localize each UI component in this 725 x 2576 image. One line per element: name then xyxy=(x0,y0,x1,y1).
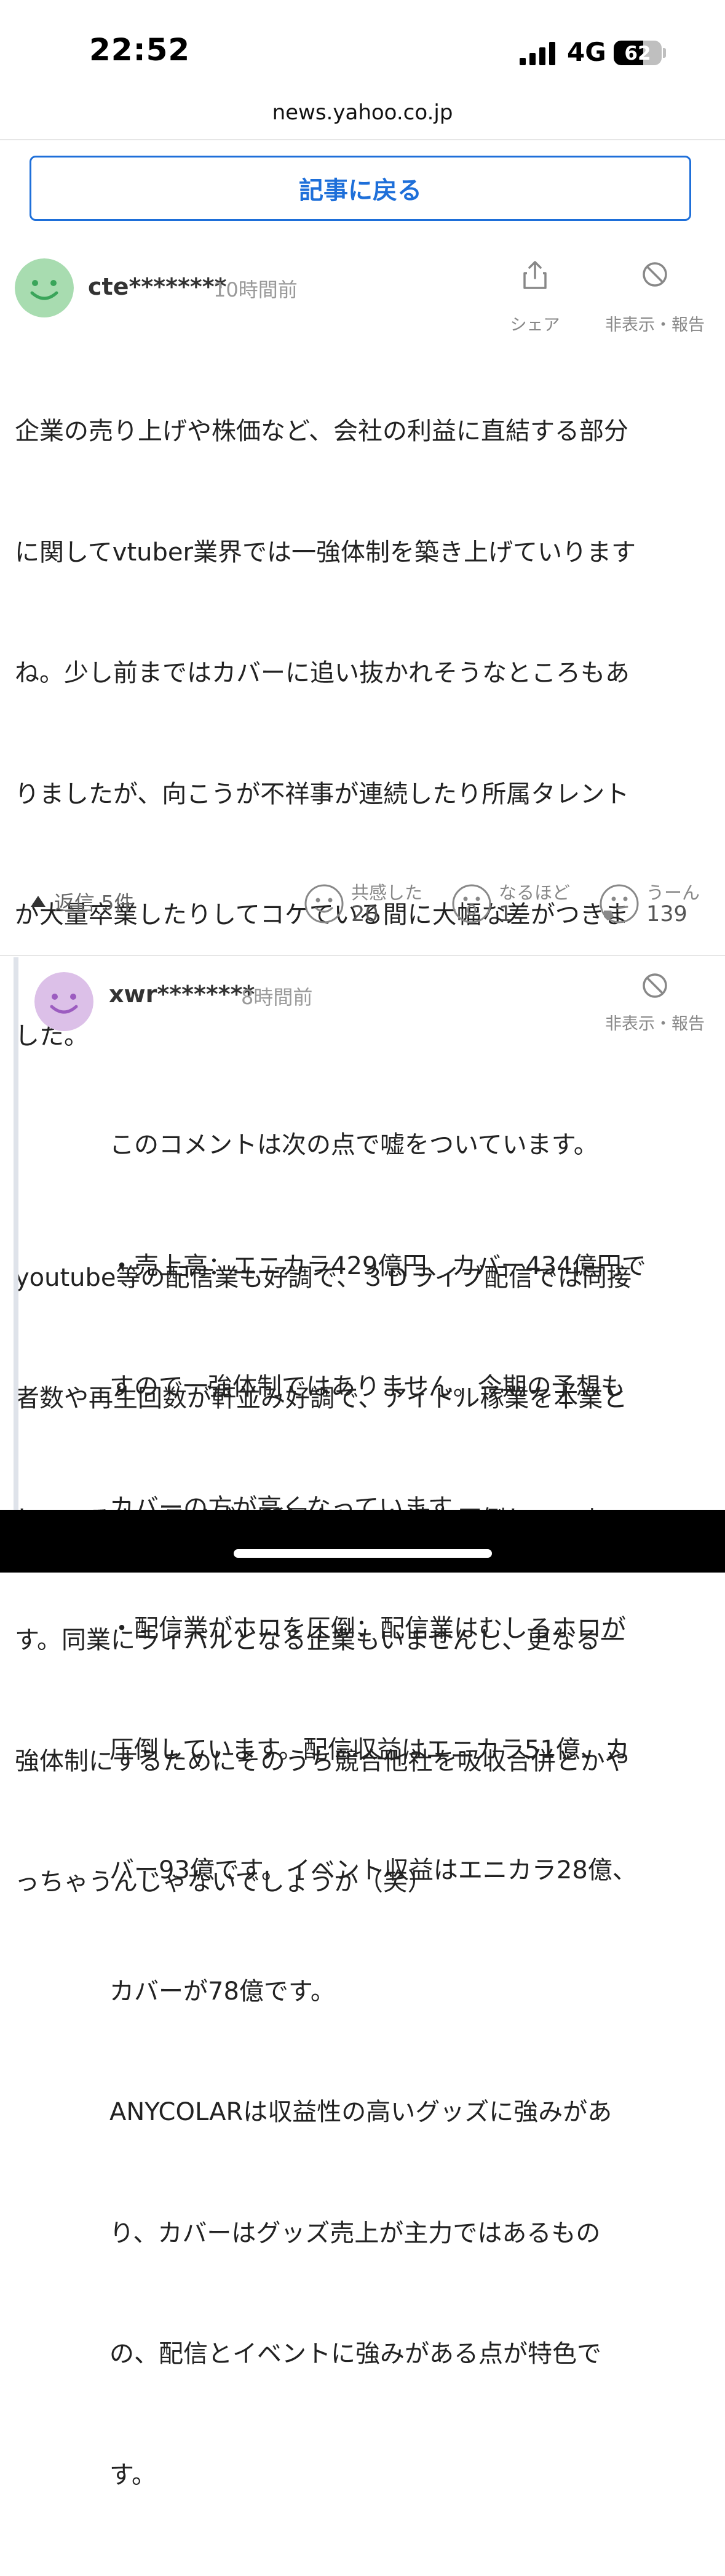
reply-line: カバーが78億です。 xyxy=(109,1977,335,2006)
share-button[interactable]: シェア xyxy=(504,260,566,335)
reply-body: このコメントは次の点で嘘をついています。 ・売上高：エニカラ429億円、カバー4… xyxy=(109,1045,718,2576)
battery-cap xyxy=(663,48,666,58)
comment-card: cte******** 10時間前 シェア 非表示・報告 企業の売り上げや株価な… xyxy=(0,240,725,1896)
comment-line: りましたが、向こうが不祥事が連続したり所属タレント xyxy=(15,780,630,808)
reply-line: の、配信とイベントに強みがある点が特色で xyxy=(109,2340,601,2368)
reply-line: す。 xyxy=(109,2460,156,2489)
comment-line: 企業の売り上げや株価など、会社の利益に直結する部分 xyxy=(15,417,628,445)
network-type: 4G xyxy=(567,37,606,67)
triangle-up-icon xyxy=(31,896,46,907)
block-icon xyxy=(643,262,667,287)
hide-report-button[interactable]: 非表示・報告 xyxy=(596,260,713,335)
reaction-count: 20 xyxy=(351,902,379,927)
reply-thread-bar xyxy=(14,957,18,1511)
reply-line: バー93億です。イベント収益はエニカラ28億、 xyxy=(109,1856,637,1884)
divider xyxy=(0,139,725,140)
reply-time: 8時間前 xyxy=(241,986,313,1009)
reply-line: り、カバーはグッズ売上が主力ではあるもの xyxy=(109,2219,601,2247)
comment-line: ね。少し前まではカバーに追い抜かれそうなところもあ xyxy=(15,659,630,687)
reply-line: ・配信業がホロを圧倒：配信業はむしろホロが xyxy=(109,1614,626,1643)
hide-report-label: 非表示・報告 xyxy=(605,1015,705,1034)
address-bar-url[interactable]: news.yahoo.co.jp xyxy=(0,100,725,125)
reaction-hmm[interactable]: うーん 139 xyxy=(599,879,722,934)
reaction-count: 139 xyxy=(646,902,687,927)
home-indicator-area xyxy=(0,1510,725,1573)
reply-toggle-label: 返信 5件 xyxy=(54,891,135,915)
back-to-article-button[interactable]: 記事に戻る xyxy=(30,156,691,221)
cellular-signal-icon xyxy=(520,42,555,65)
reaction-i-see[interactable]: なるほど 1 xyxy=(451,879,587,934)
battery-icon: 62 xyxy=(614,41,662,65)
reply-card: xwr******** 8時間前 非表示・報告 このコメントは次の点で嘘をついて… xyxy=(18,957,725,2489)
reply-line: すので一強体制ではありません。今期の予想も xyxy=(109,1373,625,1401)
comment-line: に関してvtuber業界では一強体制を築き上げていります xyxy=(15,538,636,567)
reaction-label: 共感した xyxy=(351,882,423,903)
share-icon xyxy=(523,261,547,289)
username[interactable]: xwr******** xyxy=(109,981,255,1008)
reply-line: ANYCOLARは収益性の高いグッズに強みがあ xyxy=(109,2098,612,2126)
smile-icon xyxy=(304,884,344,923)
divider xyxy=(0,955,725,956)
reaction-count: 1 xyxy=(499,902,513,927)
home-indicator[interactable] xyxy=(234,1549,492,1558)
block-icon xyxy=(643,973,667,998)
comment-time: 10時間前 xyxy=(213,278,298,301)
surprised-icon xyxy=(452,884,491,923)
user-avatar[interactable] xyxy=(34,972,93,1031)
hide-report-button[interactable]: 非表示・報告 xyxy=(596,972,713,1034)
reaction-label: うーん xyxy=(646,882,700,903)
thinking-icon xyxy=(600,884,639,923)
status-time: 22:52 xyxy=(89,32,191,68)
reaction-label: なるほど xyxy=(499,882,571,903)
battery-percent: 62 xyxy=(624,42,651,65)
reaction-empathize[interactable]: 共感した 20 xyxy=(304,879,439,934)
reply-toggle-button[interactable]: 返信 5件 xyxy=(30,886,135,917)
reply-line: このコメントは次の点で嘘をついています。 xyxy=(109,1131,598,1159)
username[interactable]: cte******** xyxy=(88,273,226,300)
reply-line: 圧倒しています。配信収益はエニカラ51億、カ xyxy=(109,1735,630,1764)
user-avatar[interactable] xyxy=(15,258,74,317)
reply-line: ・売上高：エニカラ429億円、カバー434億円で xyxy=(109,1251,646,1280)
